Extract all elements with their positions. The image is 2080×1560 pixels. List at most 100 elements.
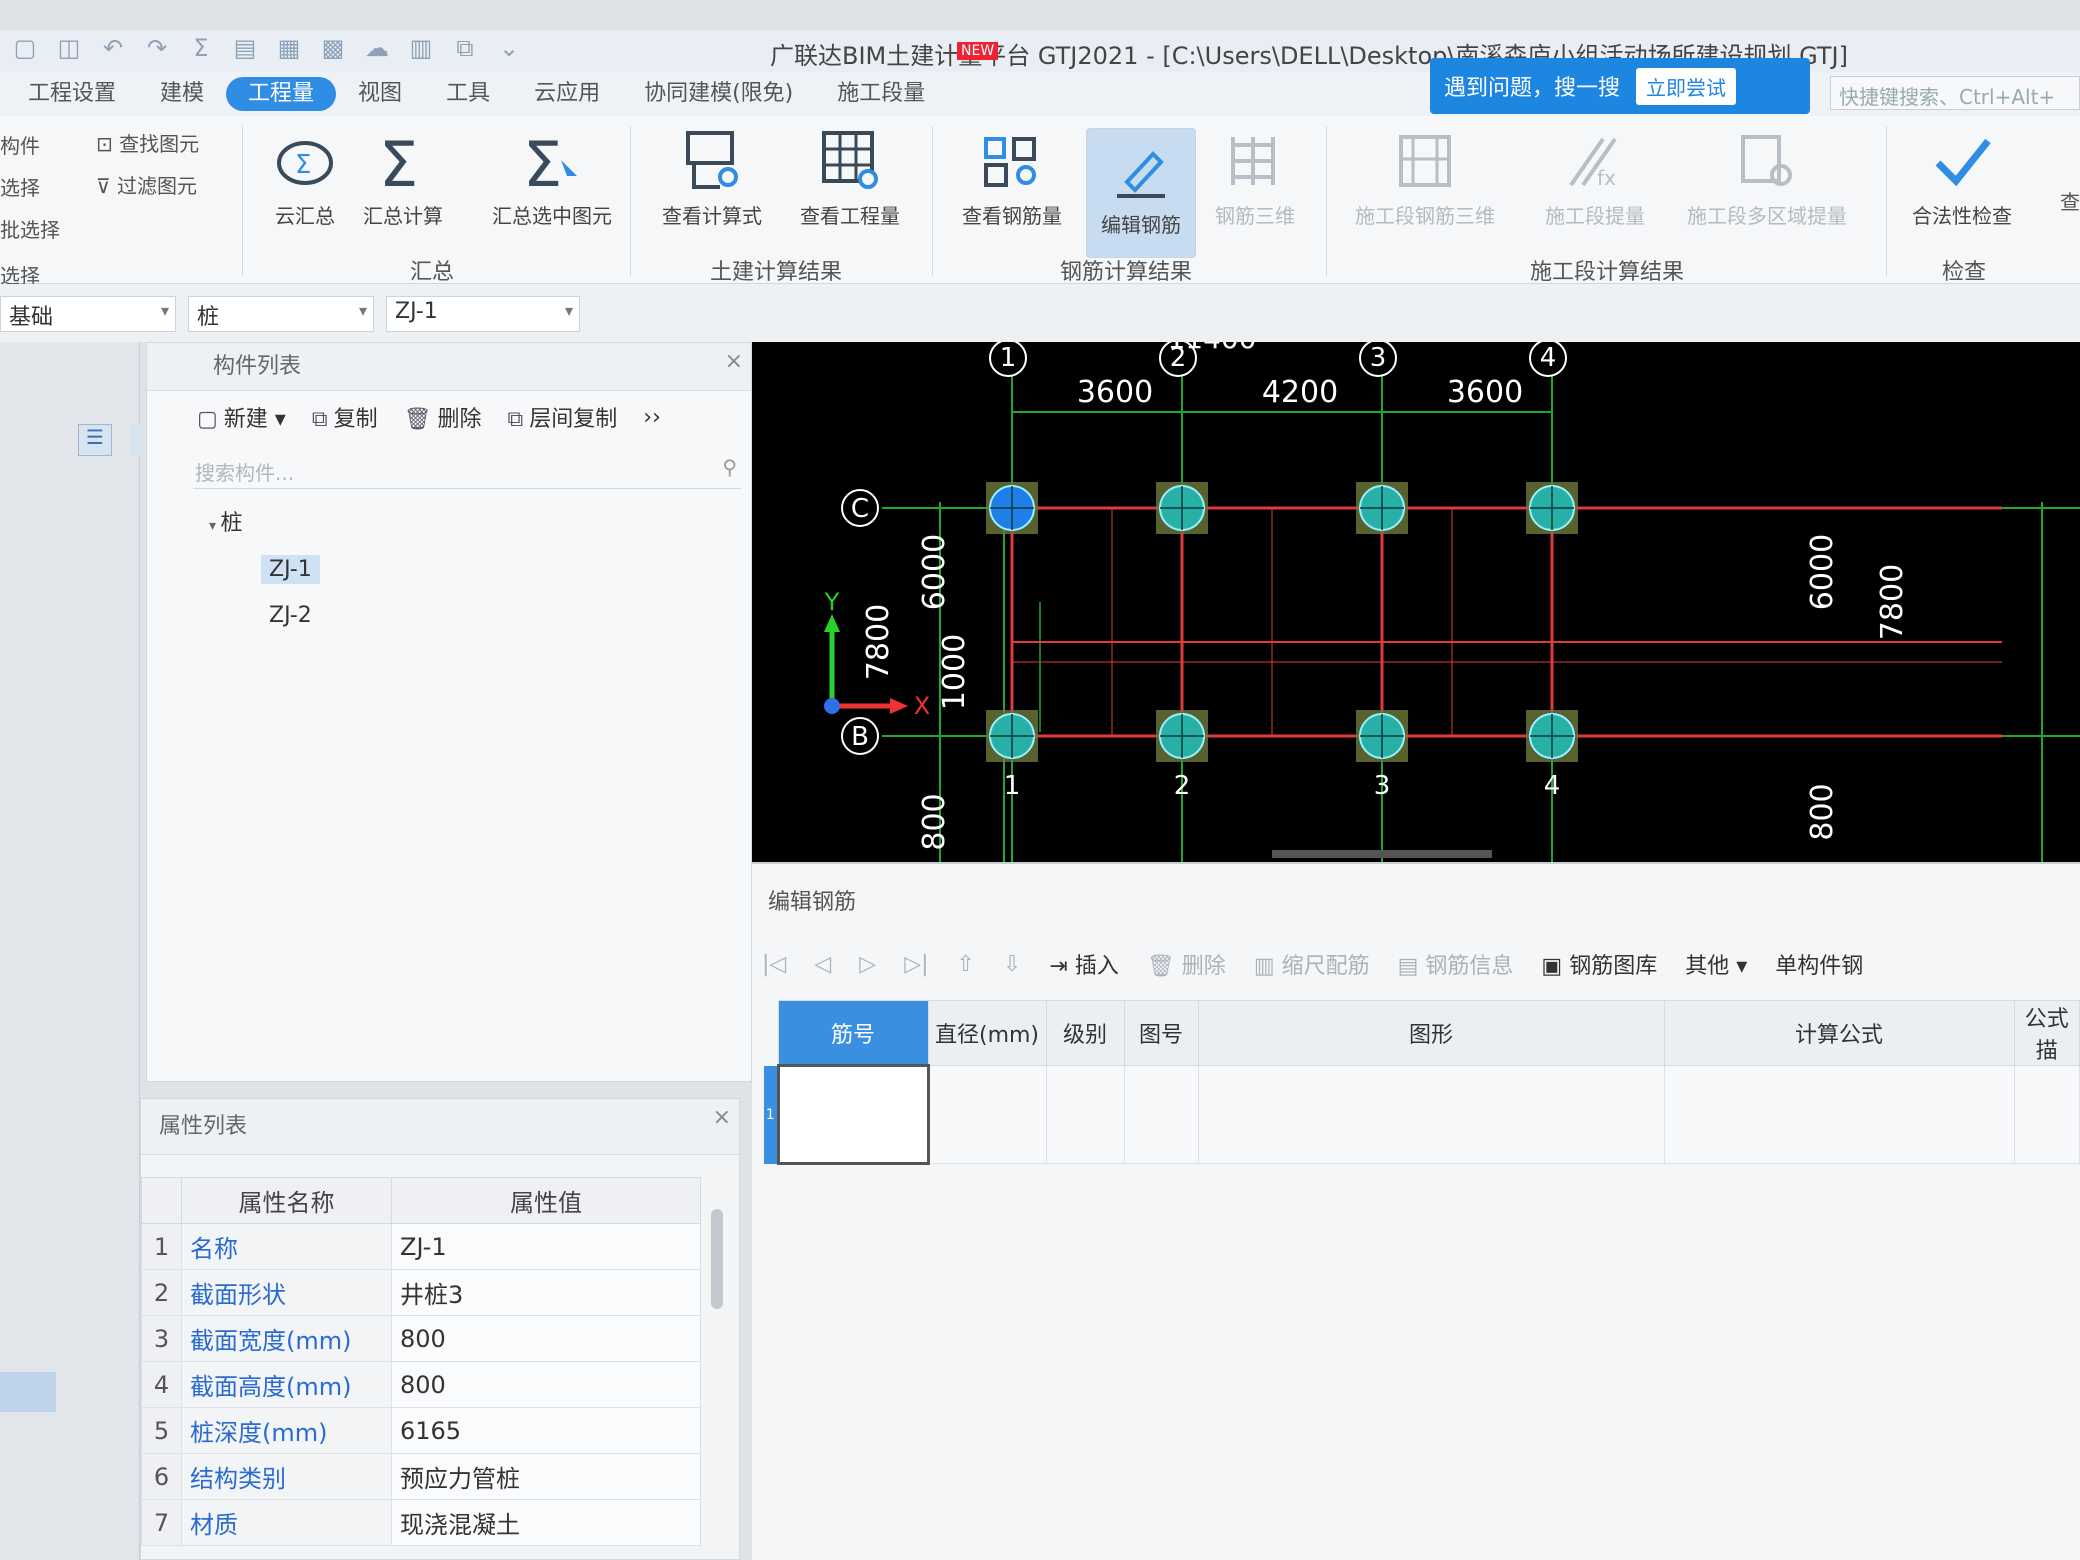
redo-icon[interactable]: ↷ [142,34,172,62]
ribbon-extra[interactable]: 查 [2060,186,2080,215]
rebar-info-button[interactable]: ▤ 钢筋信息 [1398,948,1514,980]
col-formula-desc[interactable]: 公式描 [2013,1000,2080,1066]
property-row[interactable]: 7 材质 现浇混凝土 [141,1499,701,1546]
move-up-icon[interactable]: ⇧ [957,952,975,977]
copy-icon[interactable]: ⧉ [450,34,480,62]
cell-formula-desc[interactable] [2013,1065,2080,1164]
delete-button[interactable]: 🗑 删除 [404,401,482,433]
property-value[interactable]: 6165 [391,1407,701,1454]
property-row[interactable]: 1 名称 ZJ-1 [141,1223,701,1270]
menu-modeling[interactable]: 建模 [138,77,226,111]
stage-extract-button[interactable]: fx 施工段提量 [1530,122,1660,229]
delete-row-button[interactable]: 🗑 删除 [1147,948,1226,980]
open-icon[interactable]: ▢ [10,34,40,62]
insert-button[interactable]: ⇥ 插入 [1049,948,1118,980]
property-row[interactable]: 5 桩深度(mm) 6165 [141,1407,701,1454]
col-bar-no[interactable]: 筋号 [777,1000,929,1066]
grid-icon[interactable]: ▩ [318,34,348,62]
property-value[interactable]: 井桩3 [391,1269,701,1316]
nav-tab-active[interactable] [0,1372,56,1412]
next-icon[interactable]: ▷ [859,952,876,977]
view-formula-button[interactable]: 查看计算式 [650,122,774,229]
edit-rebar-button[interactable]: 编辑钢筋 [1086,128,1196,258]
type-select[interactable]: 桩 ▾ [188,296,374,332]
menu-cloud[interactable]: 云应用 [512,77,622,111]
find-element-button[interactable]: ⊡ 查找图元 [96,128,199,157]
property-value[interactable]: ZJ-1 [391,1223,701,1270]
col-grade[interactable]: 级别 [1045,1000,1125,1066]
undo-icon[interactable]: ↶ [98,34,128,62]
menu-project-settings[interactable]: 工程设置 [6,77,138,111]
new-button[interactable]: ▢ 新建 ▾ [197,401,286,433]
rebar-3d-button[interactable]: 钢筋三维 [1200,122,1310,229]
stage-rebar-3d-button[interactable]: 施工段钢筋三维 [1340,122,1510,229]
property-value[interactable]: 现浇混凝土 [391,1499,701,1546]
floor-select[interactable]: 基础 ▾ [0,296,176,332]
sum-icon[interactable]: Σ [186,34,216,62]
col-shape[interactable]: 图形 [1197,1000,1665,1066]
col-formula[interactable]: 计算公式 [1663,1000,2015,1066]
component-search-input[interactable]: 搜索构件... ⚲ [193,453,741,489]
col-shape-no[interactable]: 图号 [1123,1000,1199,1066]
col-diameter[interactable]: 直径(mm) [927,1000,1047,1066]
property-row[interactable]: 2 截面形状 井桩3 [141,1269,701,1316]
cell-shape-no[interactable] [1123,1065,1199,1164]
cad-drawing[interactable]: 11223344CB114003600420036007800600010008… [752,322,2080,862]
save-icon[interactable]: ◫ [54,34,84,62]
property-value[interactable]: 800 [391,1315,701,1362]
chart-icon[interactable]: ▥ [406,34,436,62]
more-icon[interactable]: ⌄ [494,34,524,62]
view-rebar-button[interactable]: 查看钢筋量 [950,122,1074,229]
search-icon[interactable]: ⚲ [722,455,737,479]
detail-view-icon[interactable] [130,424,140,456]
view-quantity-button[interactable]: 查看工程量 [788,122,912,229]
summary-calc-button[interactable]: Σ 汇总计算 [348,122,458,229]
menu-tools[interactable]: 工具 [424,77,512,111]
cell-grade[interactable] [1045,1065,1125,1164]
copy-button[interactable]: ⧉ 复制 [312,401,378,433]
stage-multi-area-button[interactable]: 施工段多区域提量 [1672,122,1862,229]
table-icon[interactable]: ▦ [274,34,304,62]
property-row[interactable]: 6 结构类别 预应力管桩 [141,1453,701,1500]
scrollbar[interactable] [711,1209,723,1309]
cell-diameter[interactable] [927,1065,1047,1164]
more-icon[interactable]: ›› [643,405,661,430]
ribbon-left-item-1[interactable]: 构件 [0,130,40,159]
prev-icon[interactable]: ◁ [814,952,831,977]
table-row[interactable]: 1 [764,1064,2080,1165]
cloud-icon[interactable]: ☁ [362,34,392,62]
menu-quantity[interactable]: 工程量 [226,77,337,111]
legality-check-button[interactable]: 合法性检查 [1900,122,2024,229]
report-icon[interactable]: ▤ [230,34,260,62]
filter-element-button[interactable]: ⊽ 过滤图元 [96,170,197,199]
property-value[interactable]: 预应力管桩 [391,1453,701,1500]
cell-shape[interactable] [1197,1065,1665,1164]
move-down-icon[interactable]: ⇩ [1003,952,1021,977]
summary-selected-button[interactable]: Σ 汇总选中图元 [482,122,622,229]
cell-bar-no[interactable] [776,1064,930,1165]
ribbon-left-item-2[interactable]: 选择 [0,172,40,201]
cell-formula[interactable] [1663,1065,2015,1164]
try-now-button[interactable]: 立即尝试 [1636,67,1737,105]
tree-item-zj1[interactable]: ZJ-1 [261,555,320,584]
property-value[interactable]: 800 [391,1361,701,1408]
rebar-library-button[interactable]: ▣ 钢筋图库 [1541,948,1657,980]
quick-search-input[interactable]: 快捷键搜索、Ctrl+Alt+ [1830,76,2080,110]
single-component-button[interactable]: 单构件钢 [1775,948,1863,980]
menu-stage[interactable]: 施工段量 [815,77,947,111]
other-menu-button[interactable]: 其他 ▾ [1685,948,1747,980]
list-view-icon[interactable]: ☰ [78,424,112,456]
close-icon[interactable]: × [713,1105,731,1130]
property-row[interactable]: 4 截面高度(mm) 800 [141,1361,701,1408]
tree-item-zj2[interactable]: ZJ-2 [269,603,312,628]
component-select[interactable]: ZJ-1 ▾ [386,296,580,332]
cloud-summary-button[interactable]: Σ 云汇总 [250,122,360,229]
property-row[interactable]: 3 截面宽度(mm) 800 [141,1315,701,1362]
ribbon-left-item-3[interactable]: 批选择 [0,214,60,243]
close-icon[interactable]: × [725,349,743,374]
menu-collab[interactable]: 协同建模(限免) [622,77,815,111]
first-icon[interactable]: |◁ [762,952,786,977]
menu-view[interactable]: 视图 [336,77,424,111]
last-icon[interactable]: ▷| [904,952,928,977]
scale-rebar-button[interactable]: ▥ 缩尺配筋 [1254,948,1370,980]
